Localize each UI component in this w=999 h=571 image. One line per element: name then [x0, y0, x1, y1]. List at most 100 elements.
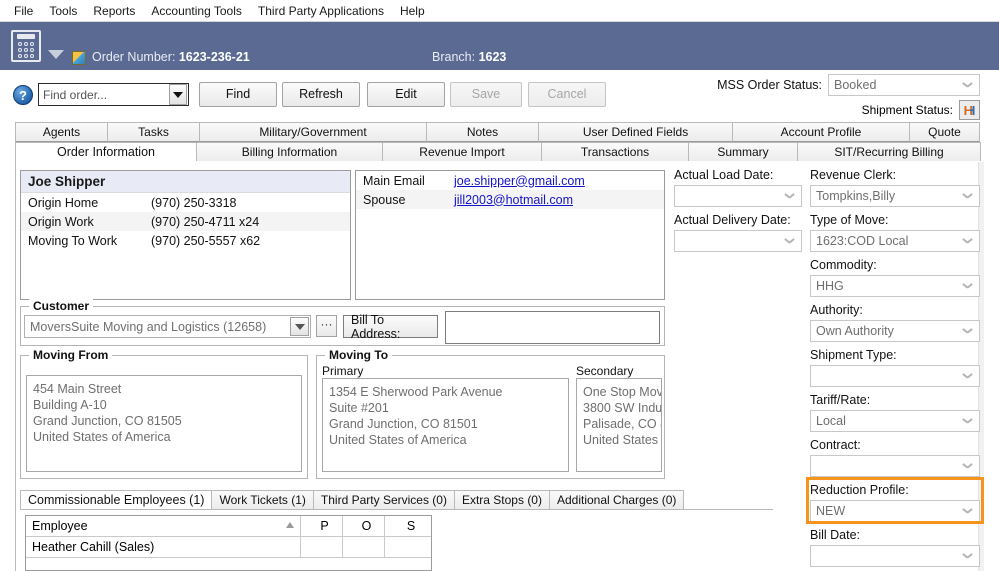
cell-employee: Heather Cahill (Sales): [26, 537, 301, 557]
phone-number-value: (970) 250-4711 x24: [151, 214, 260, 229]
address-line: Grand Junction, CO 81505: [33, 414, 182, 428]
field-select-reduction-profile[interactable]: NEW: [810, 500, 980, 522]
field-label-reduction-profile: Reduction Profile:: [810, 483, 909, 497]
actual-load-date-select[interactable]: [674, 185, 802, 207]
tab-sit-recurring-billing[interactable]: SIT/Recurring Billing: [797, 142, 981, 162]
field-select-commodity[interactable]: HHG: [810, 275, 980, 297]
email-link[interactable]: jill2003@hotmail.com: [454, 193, 573, 207]
mss-order-status-row: MSS Order Status: Booked: [717, 74, 980, 96]
grid-header-row: Employee P O S: [26, 516, 431, 537]
history-button[interactable]: H H: [959, 100, 980, 120]
address-line: 1354 E Sherwood Park Avenue: [329, 385, 503, 399]
moving-to-primary-address[interactable]: 1354 E Sherwood Park Avenue Suite #201 G…: [322, 378, 569, 472]
chevron-down-icon[interactable]: [290, 317, 309, 336]
field-value: 1623:COD Local: [816, 234, 909, 248]
menu-item-third-party-applications[interactable]: Third Party Applications: [250, 1, 392, 21]
field-select-tariff-rate[interactable]: Local: [810, 410, 980, 432]
tab-user-defined-fields[interactable]: User Defined Fields: [538, 122, 733, 142]
cell-p: [301, 537, 343, 557]
chevron-down-icon: [963, 463, 972, 468]
menu-item-tools[interactable]: Tools: [41, 1, 85, 21]
find-order-input[interactable]: Find order...: [39, 88, 169, 102]
field-select-authority[interactable]: Own Authority: [810, 320, 980, 342]
phone-type-label: Origin Work: [28, 214, 94, 229]
address-line: Building A-10: [33, 398, 107, 412]
tab-order-information[interactable]: Order Information: [15, 142, 197, 162]
tab-billing-information[interactable]: Billing Information: [196, 142, 383, 162]
refresh-button[interactable]: Refresh: [282, 82, 360, 107]
bill-to-address-field[interactable]: [445, 311, 660, 344]
column-header-p[interactable]: P: [301, 516, 343, 536]
moving-to-legend: Moving To: [325, 348, 393, 362]
field-label-type-of-move: Type of Move:: [810, 213, 889, 227]
chevron-down-icon[interactable]: [169, 84, 187, 105]
order-number: Order Number: 1623-236-21: [92, 50, 250, 64]
field-value: HHG: [816, 279, 844, 293]
email-link[interactable]: joe.shipper@gmail.com: [454, 174, 585, 188]
menu-item-file[interactable]: File: [6, 1, 41, 21]
tabstrip-row-1: Agents Tasks Military/Government Notes User …: [15, 122, 984, 142]
bill-to-address-button[interactable]: Bill To Address:: [343, 313, 438, 341]
chevron-down-icon: [963, 373, 972, 378]
chevron-down-icon[interactable]: [48, 50, 64, 59]
bottom-tab-commissionable-employees-1[interactable]: Commissionable Employees (1): [20, 490, 213, 510]
field-select-contract[interactable]: [810, 455, 980, 477]
moving-to-secondary-label: Secondary: [576, 364, 634, 378]
menu-item-help[interactable]: Help: [392, 1, 433, 21]
actual-delivery-date-select[interactable]: [674, 230, 802, 252]
sort-ascending-icon: [286, 522, 294, 528]
tab-quote[interactable]: Quote: [909, 122, 980, 142]
edit-button[interactable]: Edit: [367, 82, 445, 107]
contact-phone-grid: Joe Shipper Origin Home (970) 250-3318 Ori…: [20, 170, 351, 300]
field-value: Tompkins,Billy: [816, 189, 896, 203]
help-icon[interactable]: ?: [13, 85, 33, 105]
menu-item-accounting-tools[interactable]: Accounting Tools: [143, 1, 250, 21]
tab-agents[interactable]: Agents: [15, 122, 108, 142]
address-line: United States of America: [329, 433, 467, 447]
field-label-authority: Authority:: [810, 303, 863, 317]
tab-account-profile[interactable]: Account Profile: [732, 122, 910, 142]
field-select-shipment-type[interactable]: [810, 365, 980, 387]
shipment-status-row: Shipment Status: H H: [862, 100, 980, 120]
tab-notes[interactable]: Notes: [426, 122, 539, 142]
moving-from-address[interactable]: 454 Main Street Building A-10 Grand Junc…: [26, 375, 302, 472]
find-order-combobox[interactable]: Find order...: [38, 83, 189, 106]
chevron-down-icon: [963, 82, 972, 87]
menu-item-reports[interactable]: Reports: [85, 1, 143, 21]
column-header-employee[interactable]: Employee: [26, 516, 301, 536]
column-header-o[interactable]: O: [343, 516, 385, 536]
field-label-commodity: Commodity:: [810, 258, 877, 272]
mss-order-status-select[interactable]: Booked: [828, 74, 980, 96]
field-select-type-of-move[interactable]: 1623:COD Local: [810, 230, 980, 252]
bottom-tab-extra-stops-0[interactable]: Extra Stops (0): [453, 490, 550, 510]
calculator-icon[interactable]: [11, 30, 41, 62]
moving-to-secondary-address[interactable]: One Stop Moving & Storage 3800 SW Indust…: [576, 378, 662, 472]
branch-label: Branch:: [432, 50, 476, 64]
bottom-tab-third-party-services-0[interactable]: Third Party Services (0): [312, 490, 455, 510]
find-button[interactable]: Find: [199, 82, 277, 107]
customer-select[interactable]: MoversSuite Moving and Logistics (12658): [24, 315, 311, 338]
menu-bar: File Tools Reports Accounting Tools Thir…: [0, 0, 999, 22]
contact-email-row: Main Email joe.shipper@gmail.com: [356, 171, 664, 190]
tab-military-government[interactable]: Military/Government: [199, 122, 427, 142]
chevron-down-icon: [963, 553, 972, 558]
tab-revenue-import[interactable]: Revenue Import: [382, 142, 542, 162]
actual-load-date-label: Actual Load Date:: [674, 168, 774, 182]
table-row[interactable]: Heather Cahill (Sales): [26, 537, 431, 558]
field-select-revenue-clerk[interactable]: Tompkins,Billy: [810, 185, 980, 207]
bottom-tabstrip: Commissionable Employees (1) Work Tickets…: [20, 490, 685, 510]
column-header-s[interactable]: S: [385, 516, 431, 536]
field-select-bill-date[interactable]: [810, 545, 980, 567]
tab-transactions[interactable]: Transactions: [541, 142, 689, 162]
tab-tasks[interactable]: Tasks: [107, 122, 200, 142]
mss-order-status-value: Booked: [834, 78, 877, 92]
customer-browse-button[interactable]: ···: [316, 315, 337, 337]
field-value: NEW: [816, 504, 846, 518]
actual-delivery-date-label: Actual Delivery Date:: [674, 213, 791, 227]
tab-summary[interactable]: Summary: [688, 142, 798, 162]
address-line: 3800 SW Industrial Way: [583, 401, 662, 415]
address-line: 454 Main Street: [33, 382, 122, 396]
bottom-tab-work-tickets-1[interactable]: Work Tickets (1): [211, 490, 314, 510]
bottom-tab-additional-charges-0[interactable]: Additional Charges (0): [548, 490, 685, 510]
field-label-tariff-rate: Tariff/Rate:: [810, 393, 871, 407]
